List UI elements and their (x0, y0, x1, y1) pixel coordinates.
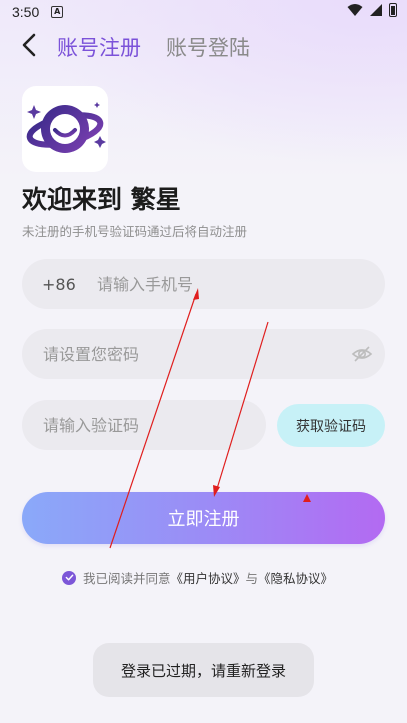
tab-login[interactable]: 账号登陆 (166, 32, 250, 62)
get-code-button[interactable]: 获取验证码 (277, 404, 385, 447)
eye-off-icon[interactable] (351, 343, 373, 365)
phone-input[interactable] (97, 259, 385, 309)
code-field (22, 400, 266, 450)
planet-smile-logo (26, 102, 106, 153)
country-code-prefix[interactable]: +86 (42, 275, 97, 294)
check-circle-icon[interactable] (62, 570, 76, 585)
app-logo (22, 86, 108, 172)
status-bar: 3:50 A (0, 0, 407, 24)
header: 账号注册 账号登陆 (0, 28, 407, 62)
chevron-left-icon (22, 33, 36, 57)
welcome-title: 欢迎来到 繁星 (22, 185, 181, 214)
verification-code-input[interactable] (43, 400, 266, 450)
wifi-icon (347, 4, 363, 16)
signal-icon (370, 4, 382, 16)
password-input[interactable] (43, 329, 351, 379)
agreement-and: 与 (245, 571, 259, 586)
welcome-subtitle: 未注册的手机号验证码通过后将自动注册 (22, 224, 248, 239)
notification-icon: A (51, 6, 64, 18)
agreement-row: 我已阅读并同意 《用户协议》 与 《隐私协议》 (62, 568, 333, 587)
user-agreement-link[interactable]: 《用户协议》 (171, 568, 246, 587)
phone-field: +86 (22, 259, 385, 309)
status-time: 3:50 (12, 4, 40, 20)
password-field (22, 329, 385, 379)
session-expired-toast: 登录已过期，请重新登录 (93, 643, 314, 697)
back-button[interactable] (16, 30, 42, 60)
battery-icon (389, 3, 397, 17)
register-button[interactable]: 立即注册 (22, 492, 385, 544)
agreement-prefix: 我已阅读并同意 (83, 571, 171, 586)
status-icons (347, 3, 397, 17)
privacy-agreement-link[interactable]: 《隐私协议》 (258, 568, 333, 587)
tab-register[interactable]: 账号注册 (57, 32, 141, 62)
